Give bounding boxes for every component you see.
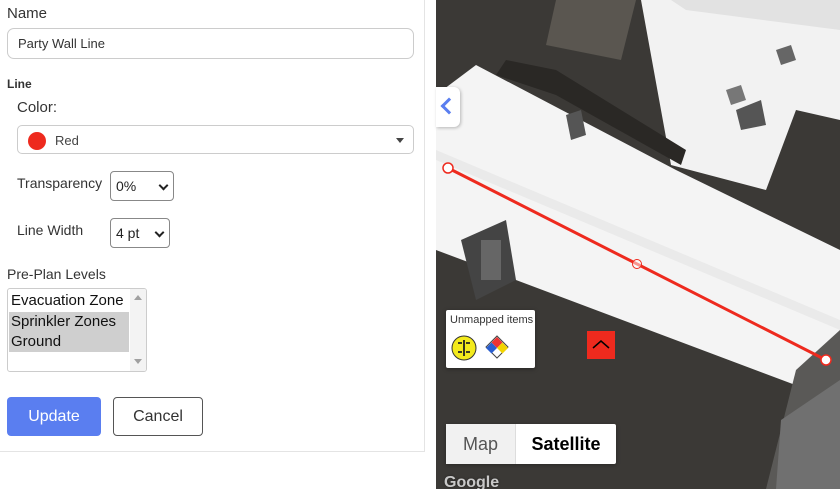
scroll-down-icon[interactable]: [134, 359, 142, 364]
color-label: Color:: [17, 99, 58, 116]
cancel-button[interactable]: Cancel: [113, 397, 203, 436]
preplan-label: Pre-Plan Levels: [7, 266, 106, 282]
listbox-scrollbar[interactable]: [130, 289, 146, 371]
caret-down-icon: [396, 138, 404, 143]
preplan-levels-listbox[interactable]: Evacuation Zone Sprinkler Zones Ground: [7, 288, 147, 372]
line-vertex-handle[interactable]: [820, 354, 832, 366]
update-button[interactable]: Update: [7, 397, 101, 436]
line-width-value: 4 pt: [116, 225, 140, 241]
chevron-down-icon: [154, 227, 165, 238]
unmapped-items-box: Unmapped items: [446, 310, 535, 368]
line-midpoint-handle[interactable]: [632, 259, 642, 269]
preplan-option[interactable]: Evacuation Zone: [9, 291, 124, 311]
unmapped-items-title: Unmapped items: [450, 314, 534, 326]
chevron-down-icon: [158, 180, 169, 191]
line-width-select[interactable]: 4 pt: [110, 218, 170, 248]
name-label: Name: [7, 5, 48, 22]
chevron-left-icon: [440, 97, 458, 115]
line-section-title: Line: [7, 77, 32, 91]
page: Name Line Color: Red Transparency 0% Lin…: [0, 0, 840, 489]
map-type-satellite-button[interactable]: Satellite: [516, 424, 616, 464]
line-edit-panel: Name Line Color: Red Transparency 0% Lin…: [0, 0, 425, 452]
hazmat-diamond-icon[interactable]: [484, 334, 510, 360]
transparency-select[interactable]: 0%: [110, 171, 174, 201]
map-type-map-button[interactable]: Map: [446, 424, 516, 464]
transparency-label: Transparency: [17, 175, 103, 191]
scroll-up-icon[interactable]: [134, 295, 142, 300]
collapse-panel-button[interactable]: [436, 87, 460, 127]
color-value: Red: [55, 133, 79, 148]
line-width-label: Line Width: [17, 222, 84, 238]
evacuation-symbol-icon[interactable]: [450, 334, 478, 362]
color-swatch-icon: [28, 132, 46, 150]
name-input[interactable]: [7, 28, 414, 59]
google-logo: Google: [444, 474, 500, 489]
color-select[interactable]: Red: [17, 125, 414, 154]
roof-marker-icon[interactable]: [587, 331, 615, 359]
drawn-line-overlay[interactable]: [436, 0, 840, 489]
preplan-option-selected[interactable]: Ground: [9, 332, 129, 352]
transparency-value: 0%: [116, 178, 137, 194]
line-vertex-handle[interactable]: [442, 162, 454, 174]
preplan-option-selected[interactable]: Sprinkler Zones: [9, 312, 129, 332]
map-type-control: Map Satellite: [446, 424, 616, 464]
